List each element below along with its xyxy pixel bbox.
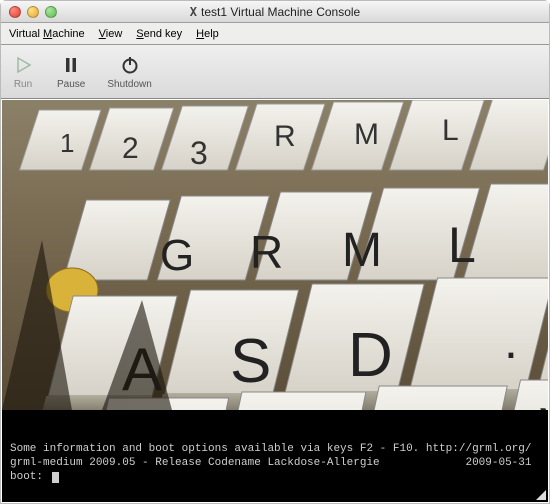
svg-text:L: L <box>448 217 476 273</box>
svg-text:M: M <box>354 118 379 151</box>
power-icon <box>118 53 142 77</box>
svg-text:2: 2 <box>122 132 139 165</box>
menu-bar: Virtual Machine View Send key Help <box>1 23 549 45</box>
run-label: Run <box>14 79 32 90</box>
window-title-text: test1 Virtual Machine Console <box>201 5 360 19</box>
svg-text:M: M <box>342 224 382 277</box>
window-title: X test1 Virtual Machine Console <box>1 5 549 19</box>
menu-help[interactable]: Help <box>196 28 219 40</box>
svg-text:X: X <box>302 406 341 410</box>
boot-splash-image: 1 2 3 R M L G R M L . <box>2 100 548 410</box>
svg-text:R: R <box>250 226 283 278</box>
play-icon <box>11 53 35 77</box>
svg-text:3: 3 <box>190 135 208 171</box>
run-button[interactable]: Run <box>11 53 35 90</box>
text-cursor <box>52 472 59 483</box>
vm-console[interactable]: 1 2 3 R M L G R M L . <box>2 100 548 502</box>
boot-prompt[interactable]: boot: <box>10 471 50 483</box>
terminal-output: Some information and boot options availa… <box>2 436 548 502</box>
svg-text:S: S <box>230 327 271 396</box>
x11-icon: X <box>190 5 197 19</box>
svg-text:D: D <box>348 321 393 390</box>
pause-icon <box>59 53 83 77</box>
pause-button[interactable]: Pause <box>57 53 85 90</box>
menu-send-key[interactable]: Send key <box>136 28 182 40</box>
toolbar: Run Pause Shutdown <box>1 45 549 99</box>
term-line-1: Some information and boot options availa… <box>10 443 532 455</box>
svg-text:V: V <box>540 398 548 410</box>
svg-text:.: . <box>504 313 518 369</box>
shutdown-button[interactable]: Shutdown <box>107 53 151 90</box>
pause-label: Pause <box>57 79 85 90</box>
svg-text:1: 1 <box>60 128 74 158</box>
window-titlebar: X test1 Virtual Machine Console <box>1 1 549 23</box>
shutdown-label: Shutdown <box>107 79 151 90</box>
resize-grip[interactable] <box>534 488 546 500</box>
svg-text:L: L <box>442 114 459 147</box>
svg-text:G: G <box>160 231 194 280</box>
menu-view[interactable]: View <box>99 28 123 40</box>
svg-text:R: R <box>274 120 296 153</box>
menu-virtual-machine[interactable]: Virtual Machine <box>9 28 85 40</box>
svg-text:C: C <box>426 401 466 410</box>
term-line-2: grml-medium 2009.05 - Release Codename L… <box>10 457 532 469</box>
